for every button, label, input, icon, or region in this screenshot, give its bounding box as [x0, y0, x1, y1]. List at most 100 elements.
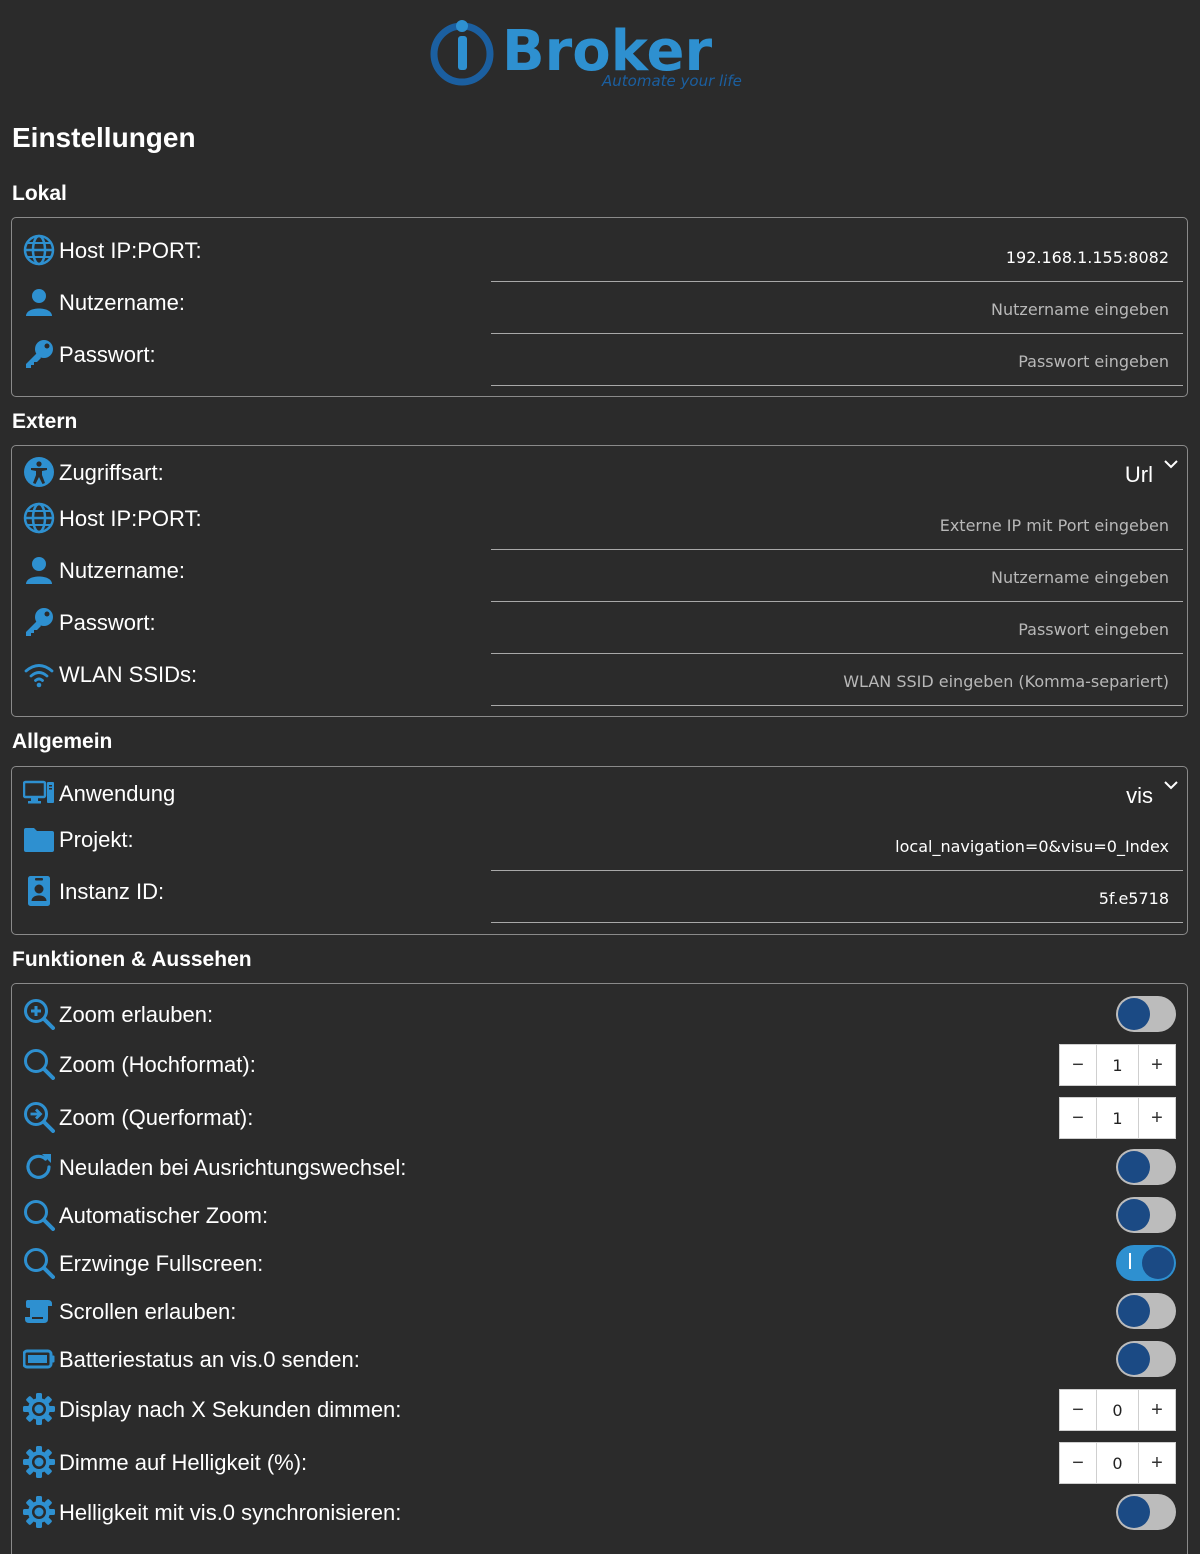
zoom-allow-toggle[interactable]: [1116, 996, 1176, 1032]
local-password-label: Passwort:: [59, 342, 156, 367]
instance-label: Instanz ID:: [59, 879, 165, 904]
row-extern-ssid: WLAN SSIDs:: [12, 654, 1187, 706]
dim-seconds-stepper: − 0 +: [1059, 1389, 1176, 1431]
section-allgemein: Anwendung vis Projekt: Instanz ID:: [11, 766, 1188, 935]
access-type-value: Url: [1124, 462, 1153, 487]
accessibility-icon: [23, 456, 55, 488]
increment-button[interactable]: +: [1139, 1390, 1175, 1430]
fullscreen-label: Erzwinge Fullscreen:: [59, 1251, 264, 1276]
extern-host-input[interactable]: [491, 502, 1183, 550]
extern-ssid-label: WLAN SSIDs:: [59, 662, 198, 687]
row-extern-host: Host IP:PORT:: [12, 498, 1187, 550]
search-icon: [23, 1247, 55, 1279]
chevron-down-icon: [1164, 460, 1178, 469]
decrement-button[interactable]: −: [1060, 1390, 1096, 1430]
row-local-host: Host IP:PORT:: [12, 230, 1187, 282]
id-badge-icon: [23, 875, 55, 907]
project-label: Projekt:: [59, 827, 134, 852]
zoom-landscape-label: Zoom (Querformat):: [59, 1105, 254, 1130]
application-label: Anwendung: [59, 781, 176, 806]
battery-label: Batteriestatus an vis.0 senden:: [59, 1347, 360, 1372]
key-icon: [23, 338, 55, 370]
gear-icon: [23, 1393, 55, 1425]
dim-seconds-label: Display nach X Sekunden dimmen:: [59, 1397, 402, 1422]
row-extern-password: Passwort:: [12, 602, 1187, 654]
page-title: Einstellungen: [12, 122, 196, 153]
reload-label: Neuladen bei Ausrichtungswechsel:: [59, 1155, 407, 1180]
section-extern: Zugriffsart: Url Host IP:PORT: Nutzernam…: [11, 445, 1188, 717]
project-input[interactable]: [491, 823, 1183, 871]
logo-tagline: Automate your life: [601, 72, 742, 90]
battery-toggle[interactable]: [1116, 1341, 1176, 1377]
gear-icon: [23, 1496, 55, 1528]
local-host-input[interactable]: [491, 234, 1183, 282]
row-scroll: Scrollen erlauben:: [12, 1291, 1187, 1331]
zoom-landscape-stepper: − 1 +: [1059, 1097, 1176, 1139]
stepper-value[interactable]: 0: [1096, 1443, 1139, 1483]
scroll-label: Scrollen erlauben:: [59, 1299, 237, 1324]
row-zoom-landscape: Zoom (Querformat): − 1 +: [12, 1097, 1187, 1139]
section-title-allgemein: Allgemein: [12, 730, 113, 753]
zoom-in-icon: [23, 998, 55, 1030]
search-icon: [23, 1199, 55, 1231]
decrement-button[interactable]: −: [1060, 1443, 1096, 1483]
row-zoom-allow: Zoom erlauben:: [12, 994, 1187, 1034]
zoom-allow-label: Zoom erlauben:: [59, 1002, 214, 1027]
globe-icon: [23, 502, 55, 534]
section-funktionen: Zoom erlauben: Zoom (Hochformat): − 1 + …: [11, 983, 1188, 1554]
sync-brightness-label: Helligkeit mit vis.0 synchronisieren:: [59, 1500, 402, 1525]
increment-button[interactable]: +: [1139, 1045, 1175, 1085]
reload-toggle[interactable]: [1116, 1149, 1176, 1185]
stepper-value[interactable]: 1: [1096, 1098, 1139, 1138]
stepper-value[interactable]: 0: [1096, 1390, 1139, 1430]
stepper-value[interactable]: 1: [1096, 1045, 1139, 1085]
iobroker-logo: Broker Automate your life: [428, 14, 774, 94]
increment-button[interactable]: +: [1139, 1098, 1175, 1138]
access-type-select[interactable]: Zugriffsart: Url: [12, 452, 1187, 492]
globe-icon: [23, 234, 55, 266]
search-icon: [23, 1048, 55, 1080]
extern-user-input[interactable]: [491, 554, 1183, 602]
application-value: vis: [1126, 783, 1153, 808]
folder-icon: [23, 823, 55, 855]
key-icon: [23, 606, 55, 638]
access-type-label: Zugriffsart:: [59, 460, 164, 485]
wifi-icon: [23, 658, 55, 690]
chevron-down-icon: [1164, 781, 1178, 790]
fullscreen-toggle[interactable]: [1116, 1245, 1176, 1281]
row-sync-brightness: Helligkeit mit vis.0 synchronisieren:: [12, 1492, 1187, 1532]
row-instance: Instanz ID:: [12, 871, 1187, 923]
row-zoom-portrait: Zoom (Hochformat): − 1 +: [12, 1044, 1187, 1086]
local-host-label: Host IP:PORT:: [59, 238, 202, 263]
row-reload: Neuladen bei Ausrichtungswechsel:: [12, 1147, 1187, 1187]
section-title-extern: Extern: [12, 410, 78, 433]
row-local-user: Nutzername:: [12, 282, 1187, 334]
desktop-icon: [23, 777, 55, 809]
decrement-button[interactable]: −: [1060, 1098, 1096, 1138]
increment-button[interactable]: +: [1139, 1443, 1175, 1483]
scroll-toggle[interactable]: [1116, 1293, 1176, 1329]
section-title-lokal: Lokal: [12, 182, 67, 205]
decrement-button[interactable]: −: [1060, 1045, 1096, 1085]
zoom-portrait-stepper: − 1 +: [1059, 1044, 1176, 1086]
row-project: Projekt:: [12, 819, 1187, 871]
extern-host-label: Host IP:PORT:: [59, 506, 202, 531]
sync-brightness-toggle[interactable]: [1116, 1494, 1176, 1530]
extern-password-label: Passwort:: [59, 610, 156, 635]
zoom-arrow-icon: [23, 1101, 55, 1133]
instance-input[interactable]: [491, 875, 1183, 923]
row-extern-user: Nutzername:: [12, 550, 1187, 602]
row-dim-seconds: Display nach X Sekunden dimmen: − 0 +: [12, 1389, 1187, 1431]
local-user-input[interactable]: [491, 286, 1183, 334]
local-password-input[interactable]: [491, 338, 1183, 386]
extern-user-label: Nutzername:: [59, 558, 185, 583]
battery-icon: [23, 1343, 55, 1375]
autozoom-toggle[interactable]: [1116, 1197, 1176, 1233]
application-select[interactable]: Anwendung vis: [12, 773, 1187, 813]
dim-brightness-label: Dimme auf Helligkeit (%):: [59, 1450, 308, 1475]
section-lokal: Host IP:PORT: Nutzername: Passwort:: [11, 217, 1188, 397]
zoom-portrait-label: Zoom (Hochformat):: [59, 1052, 256, 1077]
extern-password-input[interactable]: [491, 606, 1183, 654]
local-user-label: Nutzername:: [59, 290, 185, 315]
extern-ssid-input[interactable]: [491, 658, 1183, 706]
